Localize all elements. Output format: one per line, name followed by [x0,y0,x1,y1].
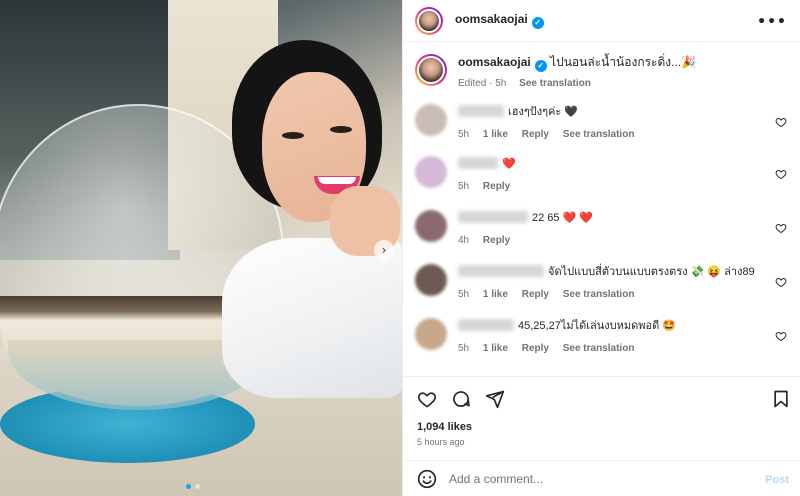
see-translation-link[interactable]: See translation [519,78,591,89]
blurred-username[interactable] [458,265,544,277]
blurred-username[interactable] [458,157,498,169]
comment-input[interactable] [449,471,749,486]
comment-avatar[interactable] [415,318,447,350]
like-count[interactable]: 1 like [483,343,508,354]
more-options-icon[interactable]: ••• [757,14,787,30]
caption-edited: Edited · 5h [458,78,507,89]
like-count[interactable]: 1 like [483,289,508,300]
post-button[interactable]: Post [765,474,789,486]
comment-bubble-icon[interactable] [451,389,471,409]
chevron-right-icon: › [381,243,387,257]
heart-outline-icon[interactable] [775,330,787,342]
reply-button[interactable]: Reply [483,181,510,192]
comment-item: จัดไปแบบสี่ตัวบนแบบตรงตรง 💸 😝 ล่าง89 5h … [415,264,795,300]
comment-item: 22 65 ❤️ ❤️ 4h Reply [415,210,795,246]
reply-button[interactable]: Reply [522,343,549,354]
post-timestamp[interactable]: 5 hours ago [417,437,465,447]
carousel-dot [186,484,191,489]
caption-text: ไปนอนล่ะน้ำน้องกระดิ่ง...🎉 [550,55,697,69]
comment-item: 45,25,27ไม่ได้เล่นงบหมดพอดี 🤩 5h 1 like … [415,318,795,354]
post-header: oomsakaojai ✓ ••• [403,0,800,42]
carousel-next-button[interactable]: › [374,240,394,260]
carousel-dot [195,484,200,489]
comment-avatar[interactable] [415,104,447,136]
heart-outline-icon[interactable] [775,168,787,180]
see-translation-link[interactable]: See translation [563,289,635,300]
reply-button[interactable]: Reply [483,235,510,246]
emoji-icon[interactable] [417,469,437,489]
heart-outline-icon[interactable] [775,116,787,128]
bookmark-icon [774,390,788,408]
blurred-username[interactable] [458,211,528,223]
see-translation-link[interactable]: See translation [563,129,635,140]
avatar[interactable] [415,6,443,35]
caption-username[interactable]: oomsakaojai [458,55,531,69]
header-username[interactable]: oomsakaojai ✓ [455,12,544,29]
instagram-post-view: › oomsakaojai ✓ ••• oomsakaojai ✓ ไปนอนล่ะ… [0,0,800,496]
comment-avatar[interactable] [415,156,447,188]
post-actions: 1,094 likes 5 hours ago [403,376,800,460]
heart-outline-icon[interactable] [775,222,787,234]
comment-item: ❤️ 5h Reply [415,156,795,192]
like-count[interactable]: 1 like [483,129,508,140]
comment-item: เฮงๆปังๆค่ะ 🖤 5h 1 like Reply See transl… [415,104,795,140]
likes-count[interactable]: 1,094 likes [417,421,472,433]
blurred-username[interactable] [458,105,504,117]
reply-button[interactable]: Reply [522,289,549,300]
comment-avatar[interactable] [415,264,447,296]
post-photo[interactable]: › [0,0,402,496]
blurred-username[interactable] [458,319,514,331]
post-side-panel: oomsakaojai ✓ ••• oomsakaojai ✓ ไปนอนล่ะน้… [402,0,800,496]
verified-badge-icon: ✓ [531,17,544,29]
see-translation-link[interactable]: See translation [563,343,635,354]
like-heart-icon[interactable] [417,389,437,409]
post-caption: oomsakaojai ✓ ไปนอนล่ะน้ำน้องกระดิ่ง...🎉 … [415,54,696,89]
reply-button[interactable]: Reply [522,129,549,140]
carousel-dots [186,484,200,489]
comment-avatar[interactable] [415,210,447,242]
add-comment-bar: Post [403,460,800,496]
share-paper-plane-icon[interactable] [485,389,505,409]
caption-avatar[interactable] [415,54,447,86]
save-bookmark-button[interactable] [771,389,791,412]
verified-badge-icon: ✓ [534,60,547,72]
heart-outline-icon[interactable] [775,276,787,288]
